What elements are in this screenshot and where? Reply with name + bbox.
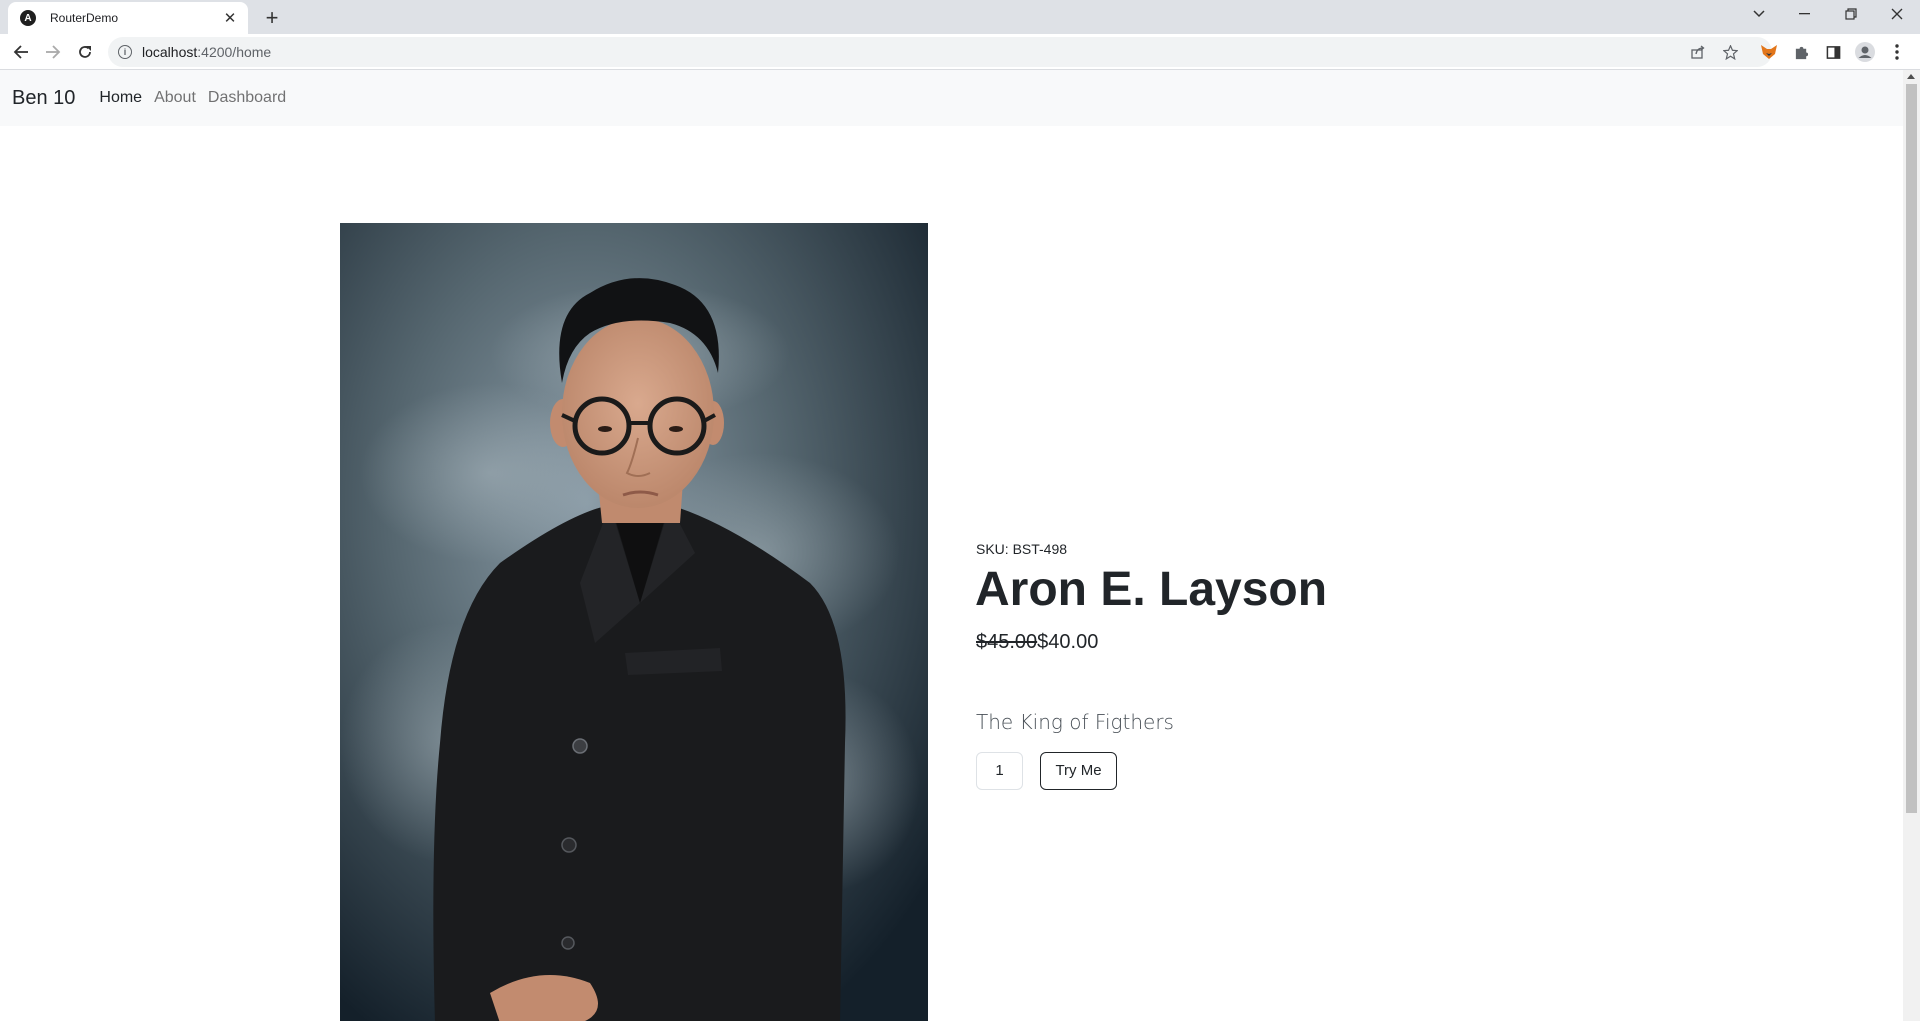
quantity-input[interactable]: 1 [976, 752, 1023, 790]
angular-favicon-icon: A [20, 10, 36, 26]
site-navbar: Ben 10 Home About Dashboard [0, 70, 1903, 126]
new-tab-button[interactable]: + [258, 4, 286, 32]
side-panel-icon[interactable] [1819, 38, 1847, 66]
try-me-button[interactable]: Try Me [1040, 752, 1117, 790]
address-bar[interactable]: i localhost:4200/home [108, 37, 1772, 67]
product-sku: SKU: BST-498 [976, 541, 1068, 557]
nav-link-home[interactable]: Home [99, 89, 142, 107]
browser-tab[interactable]: A RouterDemo ✕ [8, 2, 248, 34]
forward-icon[interactable] [39, 38, 67, 66]
product-title: Aron E. Layson [975, 563, 1328, 616]
product-description: The King of Figthers [976, 710, 1174, 734]
share-icon[interactable] [1684, 37, 1712, 67]
scroll-up-arrow-icon[interactable] [1907, 74, 1915, 79]
scrollbar-thumb[interactable] [1906, 84, 1917, 813]
product-photo [340, 223, 928, 1021]
minimize-icon[interactable] [1782, 0, 1828, 28]
page-scrollbar[interactable] [1903, 70, 1920, 1021]
current-price: $40.00 [1037, 631, 1099, 653]
page-viewport: Ben 10 Home About Dashboard SKU: BST-498… [0, 70, 1903, 1021]
browser-tab-strip: A RouterDemo ✕ + [0, 0, 1920, 34]
close-window-icon[interactable] [1874, 0, 1920, 28]
reload-icon[interactable] [71, 38, 99, 66]
nav-link-dashboard[interactable]: Dashboard [208, 89, 286, 107]
kebab-menu-icon[interactable] [1883, 38, 1911, 66]
navbar-brand[interactable]: Ben 10 [12, 87, 75, 110]
old-price: $45.00 [976, 631, 1038, 653]
product-price: $45.00$40.00 [976, 631, 1098, 654]
nav-link-about[interactable]: About [154, 89, 196, 107]
profile-icon[interactable] [1851, 38, 1879, 66]
restore-icon[interactable] [1828, 0, 1874, 28]
url-path: :4200/home [197, 44, 272, 60]
close-tab-icon[interactable]: ✕ [222, 10, 238, 27]
fox-extension-icon[interactable] [1755, 38, 1783, 66]
back-icon[interactable] [7, 38, 35, 66]
info-icon[interactable]: i [118, 45, 132, 59]
tab-search-icon[interactable] [1736, 0, 1782, 28]
browser-toolbar: i localhost:4200/home [0, 34, 1920, 70]
url-host: localhost [142, 44, 198, 60]
url-text: localhost:4200/home [142, 44, 271, 60]
star-icon[interactable] [1716, 37, 1744, 67]
puzzle-icon[interactable] [1787, 38, 1815, 66]
tab-title: RouterDemo [50, 11, 119, 25]
